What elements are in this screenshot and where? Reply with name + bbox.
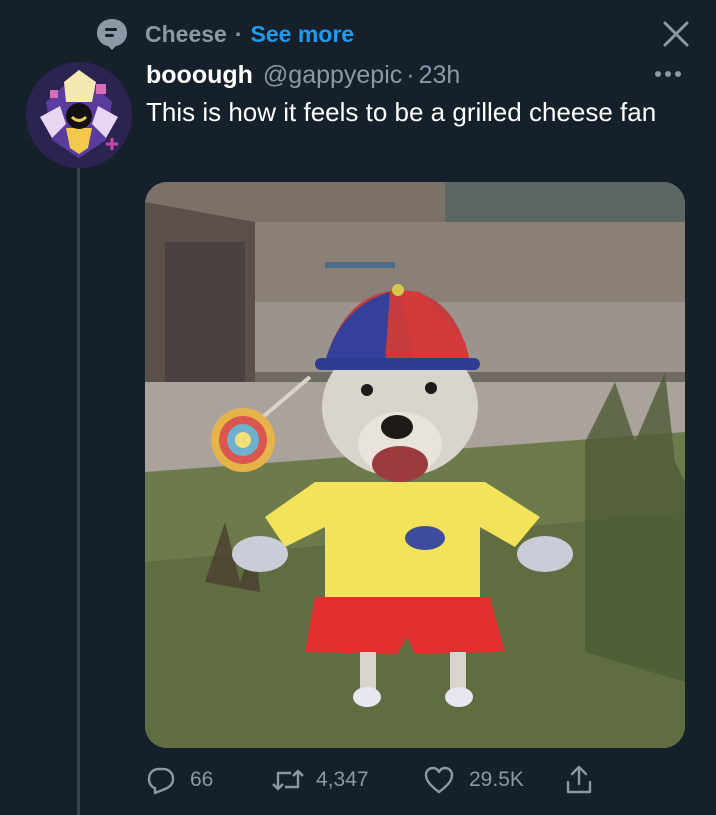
reply-icon <box>147 767 175 795</box>
reply-count: 66 <box>190 768 214 791</box>
more-options-icon[interactable] <box>648 60 688 88</box>
see-more-link[interactable]: See more <box>251 21 355 48</box>
reply-button[interactable]: 66 <box>146 760 213 800</box>
share-button[interactable] <box>564 760 594 800</box>
topic-name[interactable]: Cheese <box>145 21 227 48</box>
tweet-media-image[interactable] <box>145 182 685 748</box>
retweet-icon <box>272 769 304 791</box>
tweet-view: Cheese · See more booough @gappyepic · 2… <box>0 0 716 815</box>
media-illustration <box>145 182 685 748</box>
user-handle[interactable]: @gappyepic <box>263 61 402 90</box>
thread-line <box>77 168 80 815</box>
tweet-header: booough @gappyepic · 23h <box>146 56 460 94</box>
close-icon[interactable] <box>656 14 696 54</box>
retweet-count: 4,347 <box>316 768 369 791</box>
like-count: 29.5K <box>469 768 524 791</box>
topic-bubble-icon <box>97 19 127 50</box>
retweet-button[interactable]: 4,347 <box>270 760 369 800</box>
share-icon <box>566 765 592 794</box>
avatar-image <box>26 62 132 168</box>
like-button[interactable]: 29.5K <box>423 760 524 800</box>
heart-icon <box>424 766 454 794</box>
tweet-text: This is how it feels to be a grilled che… <box>146 97 657 127</box>
avatar[interactable] <box>26 62 132 168</box>
topic-context-row: Cheese · See more <box>95 16 354 52</box>
display-name[interactable]: booough <box>146 61 253 90</box>
tweet-actions: 66 4,347 29.5K <box>146 760 606 800</box>
header-separator: · <box>406 60 415 89</box>
context-separator: · <box>234 20 243 47</box>
timestamp[interactable]: 23h <box>419 61 461 90</box>
